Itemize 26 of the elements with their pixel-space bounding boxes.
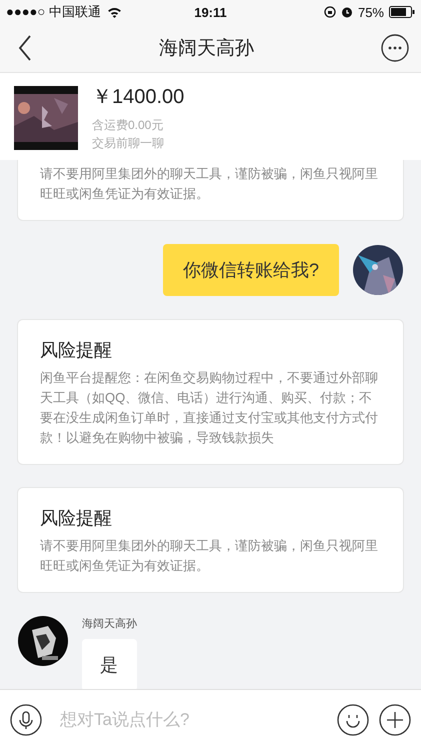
add-icon[interactable] [379, 704, 411, 736]
chat-hint: 交易前聊一聊 [92, 135, 165, 152]
notice-text: 闲鱼平台提醒您：在闲鱼交易购物过程中，不要通过外部聊天工具（如QQ、微信、电话）进行沟通、购买、付款；不要在没生成闲鱼订单时，直接通过支付宝或其他支付方式付款！以避免在购物中被骗，导致钱款损失 [40, 369, 379, 447]
notice-title: 风险提醒 [40, 339, 113, 362]
input-bar[interactable]: 想对Ta说点什么? [0, 689, 421, 750]
more-icon[interactable] [381, 34, 409, 62]
shipping-fee: 含运费0.00元 [92, 117, 164, 134]
product-bar[interactable]: ￥1400.00 含运费0.00元 交易前聊一聊 [0, 73, 421, 160]
back-icon[interactable] [18, 35, 32, 61]
sender-name: 海阔天高孙 [82, 616, 137, 631]
notice-title: 风险提醒 [40, 507, 113, 530]
clock-time: 19:11 [194, 4, 227, 20]
carrier-text: ●●●●○ 中国联通 [6, 3, 101, 21]
emoji-icon[interactable] [337, 704, 369, 736]
rotation-lock-icon [324, 6, 336, 18]
sent-message: 你微信转账给我? [162, 244, 339, 296]
battery-icon [389, 6, 415, 18]
received-message: 是 [82, 639, 137, 689]
alarm-icon [340, 6, 353, 18]
price: ￥1400.00 [92, 85, 184, 110]
battery-percent: 75% [358, 4, 384, 20]
notice-text: 请不要用阿里集团外的聊天工具，谨防被骗，闲鱼只视阿里旺旺或闲鱼凭证为有效证据。 [40, 165, 379, 203]
wifi-icon [106, 6, 122, 18]
notice-text: 请不要用阿里集团外的聊天工具，谨防被骗，闲鱼只视阿里旺旺或闲鱼凭证为有效证据。 [40, 537, 379, 575]
microphone-icon[interactable] [10, 704, 42, 736]
chat-title: 海阔天高孙 [158, 37, 255, 61]
